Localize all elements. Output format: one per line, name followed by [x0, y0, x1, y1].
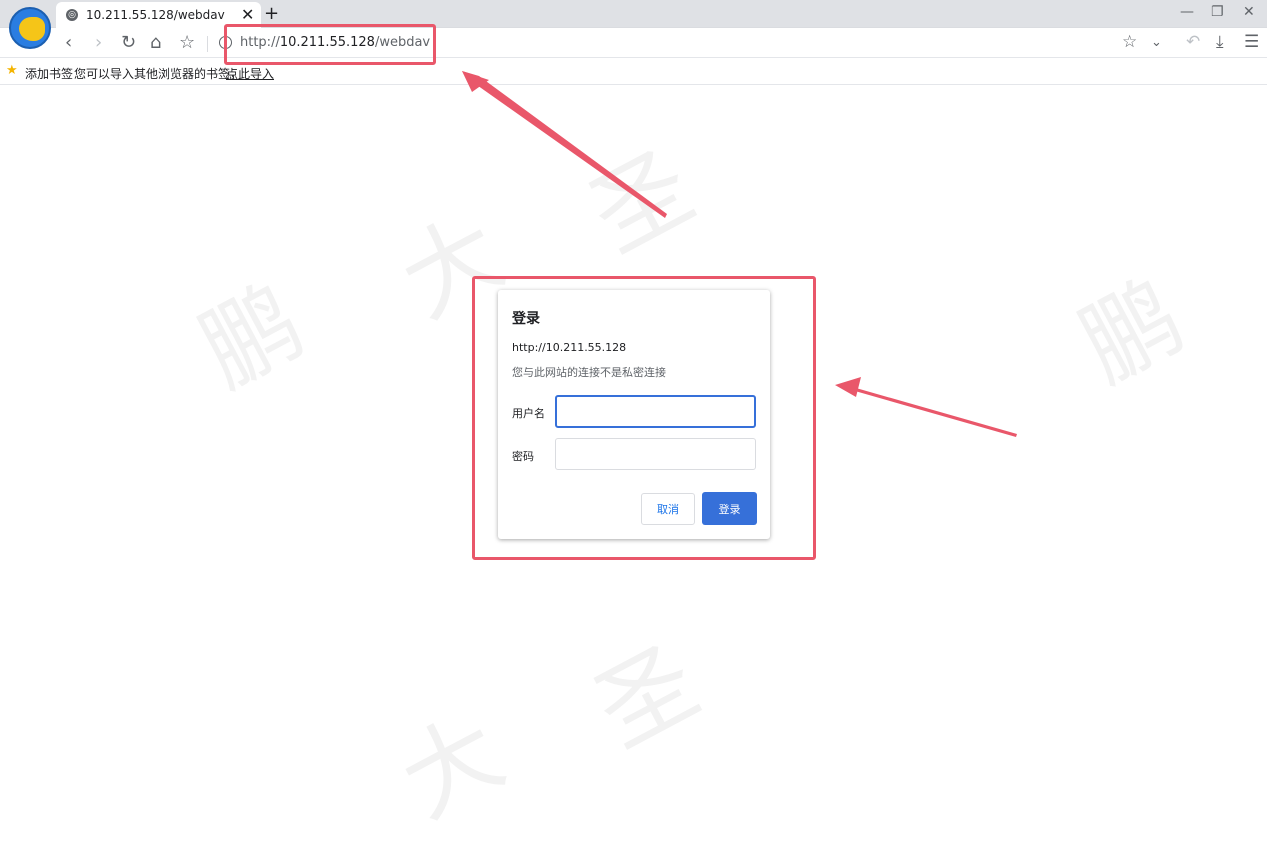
browser-logo-icon[interactable]: [9, 7, 51, 49]
annotation-arrows: [462, 71, 1017, 437]
arrow-to-dialog: [848, 386, 1017, 437]
arrow-to-dialog-head: [835, 377, 861, 397]
arrow-to-address: [462, 71, 667, 218]
